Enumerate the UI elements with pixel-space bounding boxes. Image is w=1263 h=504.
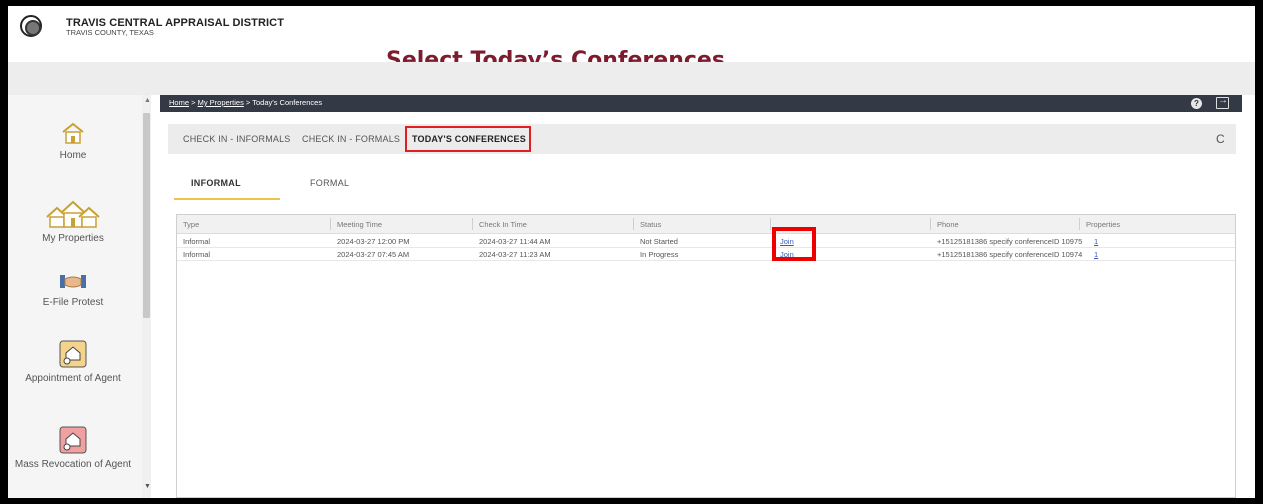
sidebar-item-appointment-of-agent[interactable]: Appointment of Agent [8,339,138,384]
scroll-thumb[interactable] [143,113,150,318]
help-icon[interactable]: ? [1191,98,1202,109]
cell-check-in-time: 2024-03-27 11:44 AM [479,237,551,246]
column-divider [472,218,473,230]
breadcrumb-separator: > [243,98,253,107]
sidebar: Home My Properties E-File Protest Appoin… [8,95,151,498]
properties-link[interactable]: 1 [1094,237,1098,246]
properties-icon [46,200,100,228]
cell-type: Informal [183,250,211,259]
scroll-up-icon[interactable]: ▲ [144,97,151,104]
column-header-meeting-time[interactable]: Meeting Time [337,220,382,229]
column-divider [633,218,634,230]
active-tab-underline [174,198,280,200]
tab-check-in-informals[interactable]: CHECK IN - INFORMALS [183,134,291,144]
revoke-agent-icon [59,426,87,454]
breadcrumb-separator: > [189,98,198,107]
agent-house-icon [59,340,87,368]
cell-status: Not Started [640,237,678,246]
tab-check-in-formals[interactable]: CHECK IN - FORMALS [302,134,400,144]
header-band [8,62,1255,95]
sidebar-item-home[interactable]: Home [8,120,138,161]
seal-logo-icon [20,15,42,37]
cell-meeting-time: 2024-03-27 07:45 AM [337,250,410,259]
cell-phone: +15125181386 specify conferenceID 10974 [937,250,1083,259]
breadcrumb-home-link[interactable]: Home [169,98,189,107]
sidebar-item-label: Mass Revocation of Agent [14,459,132,470]
cell-type: Informal [183,237,211,246]
sidebar-item-e-file-protest[interactable]: E-File Protest [8,271,138,308]
sidebar-item-label: E-File Protest [42,297,104,308]
cell-phone: +15125181386 specify conferenceID 10975 [937,237,1083,246]
breadcrumb-my-properties-link[interactable]: My Properties [198,98,244,107]
column-header-properties[interactable]: Properties [1086,220,1120,229]
column-header-type[interactable]: Type [183,220,199,229]
sidebar-scrollbar[interactable]: ▲ ▼ [142,95,151,498]
table-header: Type Meeting Time Check In Time Status P… [177,215,1235,234]
column-header-status[interactable]: Status [640,220,661,229]
sidebar-item-mass-revocation-of-agent[interactable]: Mass Revocation of Agent [8,425,138,470]
annotation-highlight-box [405,126,531,152]
properties-link[interactable]: 1 [1094,250,1098,259]
handshake-icon [60,275,86,288]
refresh-icon[interactable]: C [1216,132,1225,146]
site-header: TRAVIS CENTRAL APPRAISAL DISTRICT TRAVIS… [8,6,1255,73]
sidebar-item-label: Home [59,150,87,161]
cell-check-in-time: 2024-03-27 11:23 AM [479,250,551,259]
app-window: TRAVIS CENTRAL APPRAISAL DISTRICT TRAVIS… [8,6,1255,498]
table-row: Informal 2024-03-27 12:00 PM 2024-03-27 … [177,235,1235,248]
breadcrumb-bar: Home > My Properties > Today's Conferenc… [160,95,1242,112]
cell-status: In Progress [640,250,679,259]
subtab-formal[interactable]: FORMAL [310,178,349,188]
sidebar-item-my-properties[interactable]: My Properties [8,199,138,244]
tabs-bar: CHECK IN - INFORMALS CHECK IN - FORMALS … [168,124,1236,154]
column-header-phone[interactable]: Phone [937,220,959,229]
column-divider [1079,218,1080,230]
table-row: Informal 2024-03-27 07:45 AM 2024-03-27 … [177,248,1235,261]
column-divider [770,218,771,230]
column-divider [330,218,331,230]
conferences-table: Type Meeting Time Check In Time Status P… [176,214,1236,498]
org-subtitle: TRAVIS COUNTY, TEXAS [66,28,154,37]
annotation-highlight-box [772,227,816,261]
breadcrumb: Home > My Properties > Today's Conferenc… [169,98,322,107]
breadcrumb-current: Today's Conferences [252,98,323,107]
logout-icon[interactable] [1216,95,1229,109]
home-icon [62,122,84,144]
column-divider [930,218,931,230]
column-header-check-in-time[interactable]: Check In Time [479,220,527,229]
sidebar-item-label: Appointment of Agent [25,373,121,384]
scroll-down-icon[interactable]: ▼ [144,483,151,490]
sidebar-item-label: My Properties [42,233,104,244]
cell-meeting-time: 2024-03-27 12:00 PM [337,237,410,246]
subtab-informal[interactable]: INFORMAL [191,178,241,188]
